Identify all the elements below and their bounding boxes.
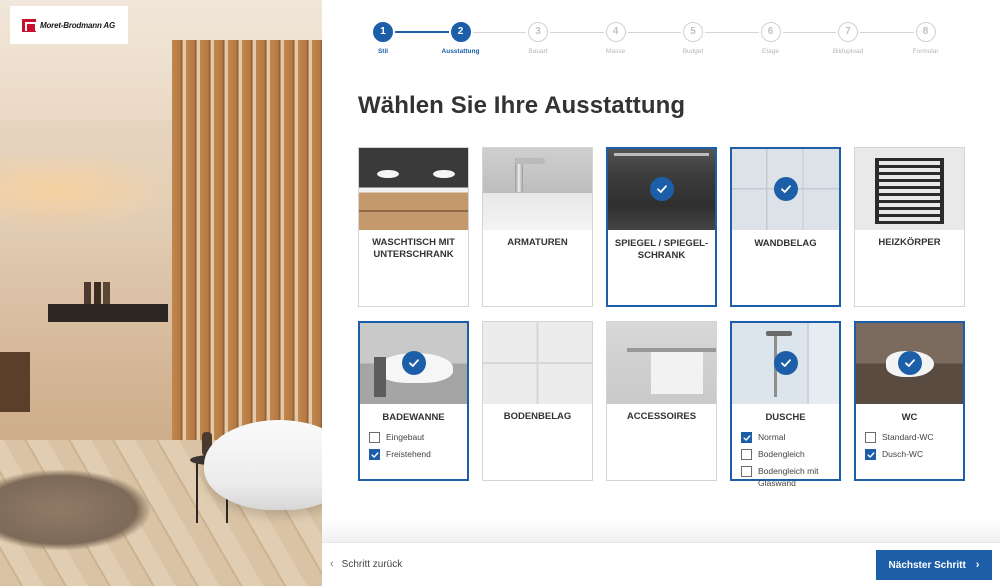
stepper-step-4: 4 Masse	[581, 22, 651, 55]
option-label: Bodengleich mit Glaswand	[758, 466, 819, 488]
option-label: Standard-WC	[882, 432, 934, 442]
hero-light-glow	[0, 150, 180, 230]
hero-bottles	[84, 282, 110, 304]
equipment-option[interactable]: Dusch-WC	[865, 448, 959, 460]
equipment-option[interactable]: Bodengleich mit Glaswand	[741, 465, 835, 489]
option-checkbox[interactable]	[741, 449, 752, 460]
stepper-step-7: 7 Bildupload	[813, 22, 883, 55]
stepper-step-number: 7	[838, 22, 858, 42]
next-button-label: Nächster Schritt	[888, 559, 966, 571]
equipment-option[interactable]: Eingebaut	[369, 431, 463, 443]
nav-shadow	[322, 520, 1000, 542]
back-button-label: Schritt zurück	[341, 558, 403, 570]
hero-shelf	[48, 304, 168, 322]
bottom-navigation: ‹ Schritt zurück Nächster Schritt ›	[322, 542, 1000, 586]
stepper-step-label: Formular	[912, 48, 939, 55]
equipment-card-title: Dusche	[765, 412, 806, 423]
brand-logo-text: Moret-Brodmann AG	[40, 20, 115, 30]
towel-rail-image	[607, 322, 716, 404]
washbasin-cabinet-image	[359, 148, 468, 230]
equipment-option[interactable]: Freistehend	[369, 448, 463, 460]
equipment-card-title: Bodenbelag	[503, 411, 572, 422]
hero-wood-slats	[172, 40, 322, 460]
stepper-step-label: Etage	[762, 48, 779, 55]
stepper-step-label: Budget	[682, 48, 704, 55]
equipment-card-shower[interactable]: Dusche Normal Bodengleich Bodengleich mit G…	[730, 321, 841, 488]
equipment-card-title: Badewanne	[382, 412, 445, 423]
equipment-options: Standard-WC Dusch-WC	[865, 431, 959, 465]
stepper-step-label: Stil	[377, 48, 389, 55]
stepper-step-5: 5 Budget	[658, 22, 728, 55]
chevron-right-icon: ›	[975, 559, 980, 571]
next-step-button[interactable]: Nächster Schritt ›	[876, 550, 992, 580]
stepper-step-6: 6 Etage	[736, 22, 806, 55]
equipment-card-bathtub[interactable]: Badewanne Eingebaut Freistehend	[358, 321, 469, 481]
equipment-card-title: Wandbelag	[754, 238, 817, 249]
selected-check-icon	[773, 177, 798, 201]
option-label: Bodengleich	[758, 449, 805, 459]
hero-cabinet	[0, 352, 30, 412]
selected-check-icon	[773, 351, 798, 375]
equipment-options: Eingebaut Freistehend	[369, 431, 463, 465]
hero-bathroom-image	[0, 0, 322, 586]
stepper-step-label: Masse	[605, 48, 626, 55]
hero-rug	[0, 470, 150, 550]
stepper-step-number: 3	[528, 22, 548, 42]
floor-tiles-image	[483, 322, 592, 404]
equipment-card-title: Armaturen	[507, 237, 568, 248]
equipment-card-title: Accessoires	[626, 411, 697, 422]
option-checkbox[interactable]	[865, 449, 876, 460]
equipment-option[interactable]: Bodengleich	[741, 448, 835, 460]
equipment-card-floor-tiles[interactable]: Bodenbelag	[482, 321, 593, 481]
equipment-card-washbasin-cabinet[interactable]: Waschtisch mit Unterschrank	[358, 147, 469, 307]
equipment-option[interactable]: Normal	[741, 431, 835, 443]
page-title: Wählen Sie Ihre Ausstattung	[358, 92, 686, 119]
equipment-card-title: Heizkörper	[878, 237, 941, 248]
equipment-options: Normal Bodengleich Bodengleich mit Glaswan…	[741, 431, 835, 494]
stepper-step-number: 2	[450, 22, 471, 42]
option-label: Freistehend	[386, 449, 431, 459]
stepper-step-3: 3 Bauart	[503, 22, 573, 55]
radiator-image	[855, 148, 964, 230]
equipment-card-title: WC	[901, 412, 918, 423]
equipment-card-mirror-cabinet[interactable]: Spiegel / Spiegel-schrank	[606, 147, 717, 307]
selected-check-icon	[401, 351, 426, 375]
equipment-card-towel-rail[interactable]: Accessoires	[606, 321, 717, 481]
option-checkbox[interactable]	[741, 466, 752, 477]
option-checkbox[interactable]	[741, 432, 752, 443]
equipment-card-title: Spiegel / Spiegel-schrank	[614, 238, 709, 261]
back-button[interactable]: ‹ Schritt zurück	[330, 558, 402, 570]
progress-stepper: 1 Stil 2 Ausstattung 3 Bauart 4 Masse 5 Budget 6 Et…	[362, 22, 947, 62]
stepper-step-2[interactable]: 2 Ausstattung	[426, 22, 496, 55]
faucet-image	[483, 148, 592, 230]
equipment-card-wall-tiles[interactable]: Wandbelag	[730, 147, 841, 307]
stepper-step-8: 8 Formular	[891, 22, 961, 55]
stepper-step-number: 4	[605, 22, 626, 42]
option-label: Dusch-WC	[882, 449, 924, 459]
equipment-card-title: Waschtisch mit Unterschrank	[372, 237, 455, 260]
stepper-step-1[interactable]: 1 Stil	[348, 22, 418, 55]
selected-check-icon	[897, 351, 922, 375]
chevron-left-icon: ‹	[330, 558, 334, 570]
option-checkbox[interactable]	[369, 432, 380, 443]
selected-check-icon	[649, 177, 674, 201]
equipment-card-toilet[interactable]: WC Standard-WC Dusch-WC	[854, 321, 965, 481]
option-checkbox[interactable]	[865, 432, 876, 443]
stepper-step-number: 6	[760, 22, 781, 42]
equipment-card-radiator[interactable]: Heizkörper	[854, 147, 965, 307]
option-checkbox[interactable]	[369, 449, 380, 460]
brand-logo-icon	[22, 18, 37, 32]
brand-logo[interactable]: Moret-Brodmann AG	[10, 6, 128, 44]
option-label: Eingebaut	[386, 432, 425, 442]
stepper-step-number: 8	[915, 22, 936, 42]
equipment-card-faucet[interactable]: Armaturen	[482, 147, 593, 307]
option-label: Normal	[758, 432, 786, 442]
stepper-step-number: 1	[373, 22, 393, 42]
stepper-step-number: 5	[683, 22, 703, 42]
equipment-option[interactable]: Standard-WC	[865, 431, 959, 443]
stepper-step-label: Bauart	[528, 48, 548, 55]
stepper-step-label: Bildupload	[832, 48, 864, 55]
stepper-step-label: Ausstattung	[441, 48, 480, 55]
